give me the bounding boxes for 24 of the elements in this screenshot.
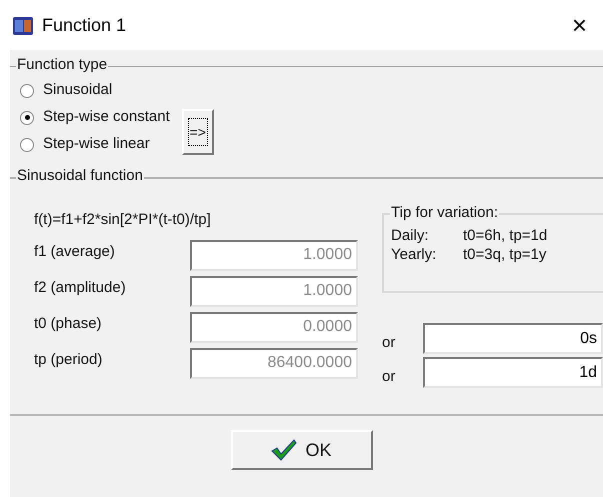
group-title: Function type <box>16 56 108 75</box>
formula-text: f(t)=f1+f2*sin[2*PI*(t-t0)/tp] <box>34 210 212 230</box>
radio-label: Step-wise constant <box>43 107 170 128</box>
field-label: t0 (phase) <box>34 314 103 334</box>
field-label: tp (period) <box>34 350 104 370</box>
tip-text: t0=3q, tp=1y <box>463 246 546 264</box>
close-button[interactable]: × <box>572 12 587 38</box>
tip-title: Tip for variation: <box>390 204 499 223</box>
check-icon <box>271 439 298 461</box>
field-label: f2 (amplitude) <box>34 278 127 298</box>
or-label: or <box>382 332 396 352</box>
field-label: f1 (average) <box>34 242 116 262</box>
radio-label: Step-wise linear <box>43 134 150 154</box>
tip-text: t0=6h, tp=1d <box>463 227 548 246</box>
or-label: or <box>382 366 396 386</box>
radio-button[interactable] <box>20 138 34 152</box>
radio-label: Sinusoidal <box>43 80 112 100</box>
radio-button[interactable] <box>20 84 34 98</box>
tip-label: Daily: <box>391 227 430 246</box>
window-title: Function 1 <box>42 14 126 36</box>
radio-button[interactable] <box>20 110 34 124</box>
ok-button[interactable]: OK <box>230 430 372 470</box>
tip-label: Yearly: <box>391 246 438 264</box>
arrow-button[interactable]: => <box>182 108 214 154</box>
